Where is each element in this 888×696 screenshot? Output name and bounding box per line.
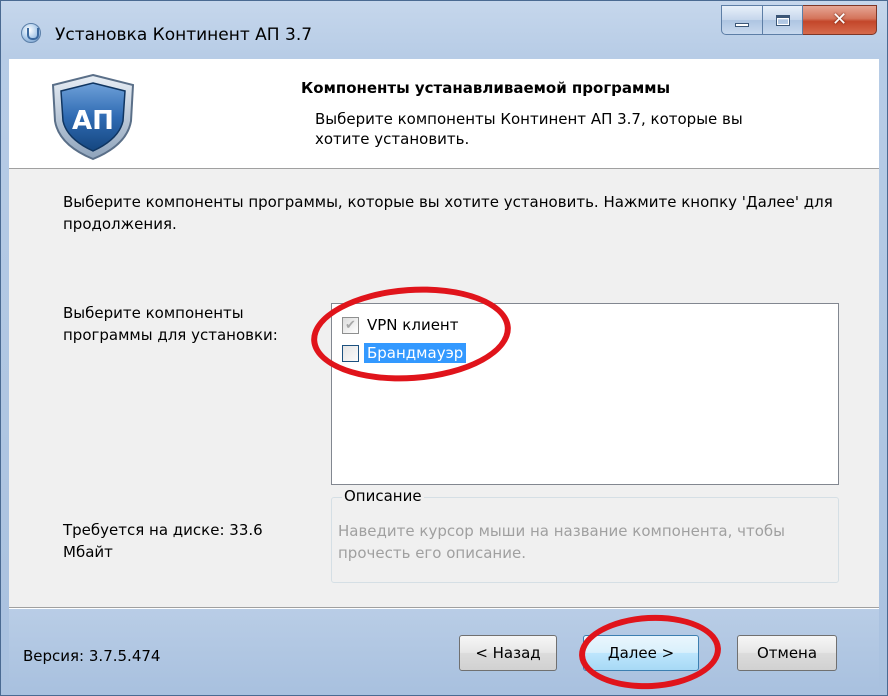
cancel-button[interactable]: Отмена — [737, 635, 837, 671]
components-list[interactable]: ✔ VPN клиент Брандмауэр — [331, 303, 839, 485]
firewall-checkbox[interactable] — [342, 344, 359, 362]
intro-text: Выберите компоненты программы, которые в… — [63, 193, 833, 233]
maximize-button[interactable] — [763, 5, 803, 35]
close-icon: ✕ — [831, 9, 848, 30]
list-item-firewall[interactable]: Брандмауэр — [342, 342, 467, 364]
firewall-label[interactable]: Брандмауэр — [364, 343, 467, 363]
minimize-button[interactable] — [721, 5, 763, 35]
wizard-header: АП Компоненты устанавливаемой программы … — [9, 59, 879, 169]
minimize-icon — [735, 23, 749, 27]
shield-app-icon[interactable] — [21, 23, 41, 43]
shield-ap-logo-icon: АП — [51, 73, 135, 161]
description-text: Наведите курсор мыши на название компоне… — [338, 522, 786, 562]
page-title: Компоненты устанавливаемой программы — [301, 79, 671, 97]
version-label: Версия: 3.7.5.474 — [23, 647, 161, 665]
wizard-client-area: АП Компоненты устанавливаемой программы … — [9, 59, 879, 689]
installer-window: Установка Континент АП 3.7 ✕ АП Компонен… — [0, 0, 888, 696]
description-legend: Описание — [342, 487, 424, 505]
description-groupbox: Описание Наведите курсор мыши на названи… — [331, 487, 839, 583]
checkmark-icon: ✔ — [345, 317, 356, 333]
maximize-icon — [775, 14, 790, 26]
disk-space-required: Требуется на диске: 33.6 Мбайт — [63, 521, 263, 561]
page-subtitle: Выберите компоненты Континент АП 3.7, ко… — [315, 110, 743, 148]
list-item-vpn-client[interactable]: ✔ VPN клиент — [342, 314, 461, 336]
vpn-client-checkbox[interactable]: ✔ — [342, 316, 359, 334]
window-controls: ✕ — [721, 5, 877, 35]
close-button[interactable]: ✕ — [803, 5, 877, 35]
title-bar[interactable]: Установка Континент АП 3.7 ✕ — [1, 1, 887, 59]
logo-text: АП — [72, 106, 114, 136]
back-button[interactable]: < Назад — [459, 635, 557, 671]
vpn-client-label[interactable]: VPN клиент — [364, 315, 461, 335]
next-button[interactable]: Далее > — [583, 635, 699, 671]
window-title: Установка Континент АП 3.7 — [55, 25, 313, 45]
components-label: Выберите компоненты программы для устано… — [63, 304, 278, 344]
